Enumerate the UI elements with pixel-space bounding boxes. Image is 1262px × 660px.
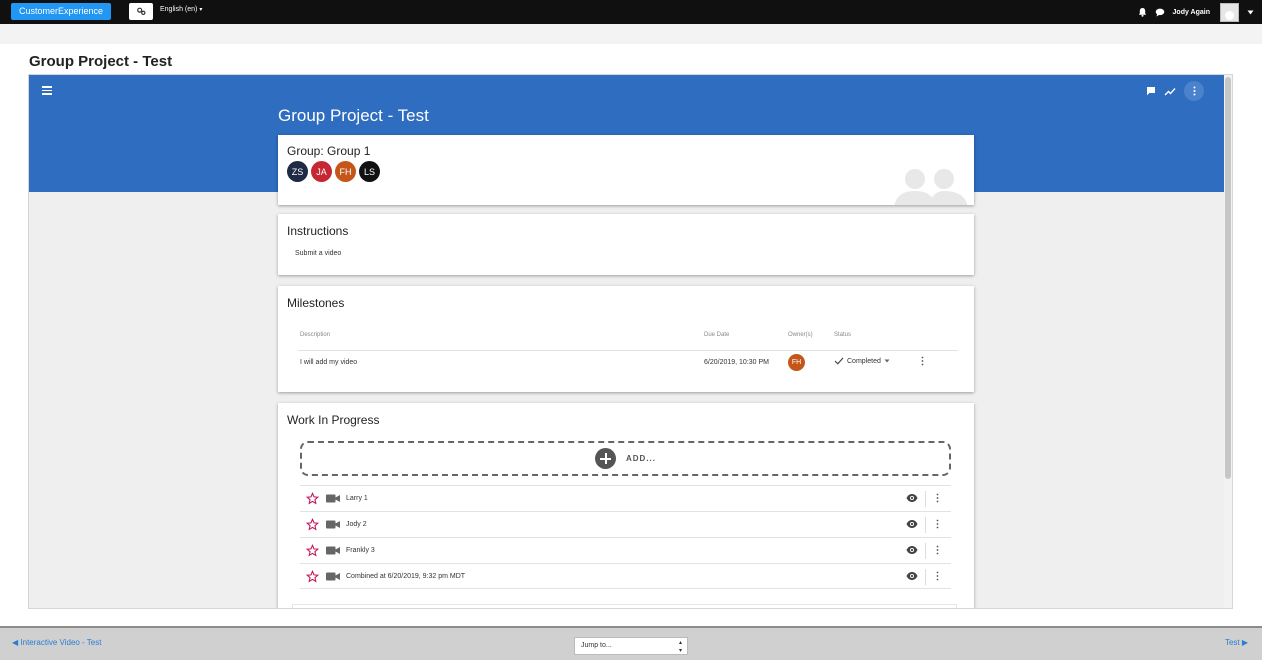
instructions-text: Submit a video <box>295 250 342 257</box>
add-label: ADD... <box>626 454 656 463</box>
group-title: Group: Group 1 <box>287 144 371 158</box>
item-name: Larry 1 <box>346 495 368 502</box>
status-dropdown[interactable]: Completed <box>834 357 890 365</box>
kebab-menu-icon[interactable] <box>936 571 939 581</box>
previous-activity-label: Interactive Video - Test <box>20 638 102 647</box>
content-frame: Group Project - Test Group: Group 1 ZS J… <box>28 74 1233 609</box>
status-label: Completed <box>847 357 881 365</box>
caret-left-icon: ◀ <box>12 638 19 647</box>
language-label: English (en) <box>160 6 198 13</box>
page-title: Group Project - Test <box>29 53 173 70</box>
partial-content <box>292 604 957 608</box>
kebab-menu-icon[interactable] <box>936 493 939 503</box>
list-item[interactable]: Frankly 3 <box>300 537 951 563</box>
divider <box>925 543 926 559</box>
milestone-due-date: 6/20/2019, 10:30 PM <box>704 359 769 366</box>
wip-list: Larry 1 Jody 2 Frankly 3 Combined at 6/2… <box>300 485 951 589</box>
eye-icon[interactable] <box>906 546 918 554</box>
member-avatar[interactable]: JA <box>311 161 332 182</box>
jump-to-select[interactable]: Jump to... ▴ ▾ <box>574 637 688 655</box>
column-header-description: Description <box>300 332 331 338</box>
member-avatar[interactable]: FH <box>335 161 356 182</box>
kebab-menu-icon[interactable] <box>936 545 939 555</box>
video-camera-icon <box>326 572 340 581</box>
milestones-card: Milestones Description Due Date Owner(s)… <box>278 286 974 392</box>
wip-title: Work In Progress <box>287 413 380 427</box>
kebab-menu-icon[interactable] <box>921 356 924 366</box>
column-header-status: Status <box>834 332 852 338</box>
chat-icon[interactable] <box>1155 8 1165 17</box>
divider <box>925 569 926 585</box>
star-icon[interactable] <box>306 570 319 583</box>
instructions-card: Instructions Submit a video <box>278 214 974 275</box>
next-activity-link[interactable]: Test ▶ <box>1225 638 1248 647</box>
kebab-menu-icon <box>1193 86 1195 96</box>
video-camera-icon <box>326 546 340 555</box>
list-item[interactable]: Jody 2 <box>300 511 951 537</box>
video-camera-icon <box>326 520 340 529</box>
jump-to-label: Jump to... <box>581 642 612 649</box>
eye-icon[interactable] <box>906 572 918 580</box>
gear-icon <box>136 7 146 16</box>
top-navbar: CustomerExperience English (en) ▾ Jody Ag… <box>0 0 1262 24</box>
brand-button[interactable]: CustomerExperience <box>11 3 112 20</box>
trending-icon[interactable] <box>1164 87 1176 96</box>
banner-title: Group Project - Test <box>278 106 429 125</box>
list-item[interactable]: Combined at 6/20/2019, 9:32 pm MDT <box>300 563 951 589</box>
owner-avatar[interactable]: FH <box>788 354 805 371</box>
user-name[interactable]: Jody Again <box>1173 9 1210 16</box>
settings-button[interactable] <box>129 3 153 20</box>
language-selector[interactable]: English (en) ▾ <box>160 6 202 13</box>
caret-down-icon <box>884 359 890 363</box>
column-header-due-date: Due Date <box>704 332 730 338</box>
star-icon[interactable] <box>306 518 319 531</box>
item-name: Jody 2 <box>346 521 367 528</box>
scrollbar[interactable] <box>1224 75 1232 608</box>
comment-icon[interactable] <box>1146 86 1156 96</box>
member-avatar[interactable]: ZS <box>287 161 308 182</box>
eye-icon[interactable] <box>906 520 918 528</box>
caret-down-icon: ▾ <box>199 7 203 13</box>
add-item-button[interactable]: ADD... <box>300 441 951 476</box>
bell-icon[interactable] <box>1138 7 1147 17</box>
previous-activity-link[interactable]: ◀ Interactive Video - Test <box>12 638 101 647</box>
divider <box>925 517 926 533</box>
next-activity-label: Test <box>1224 638 1240 647</box>
caret-down-icon[interactable] <box>1247 10 1254 15</box>
column-header-owners: Owner(s) <box>788 332 813 338</box>
star-icon[interactable] <box>306 492 319 505</box>
more-options-button[interactable] <box>1184 81 1204 101</box>
item-name: Combined at 6/20/2019, 9:32 pm MDT <box>346 573 466 580</box>
bottom-navigation-bar: ◀ Interactive Video - Test Jump to... ▴ ▾… <box>0 626 1262 660</box>
scrollbar-thumb[interactable] <box>1225 77 1231 479</box>
user-avatar[interactable] <box>1220 2 1239 22</box>
kebab-menu-icon[interactable] <box>936 519 939 529</box>
caret-right-icon: ▶ <box>1241 638 1248 647</box>
add-circle-icon <box>595 448 616 469</box>
work-in-progress-card: Work In Progress ADD... Larry 1 Jody 2 F… <box>278 403 974 608</box>
member-avatar[interactable]: LS <box>359 161 380 182</box>
group-members: ZS JA FH LS <box>287 161 380 182</box>
list-item[interactable]: Larry 1 <box>300 485 951 511</box>
sub-band <box>0 24 1262 44</box>
select-arrows-icon: ▴ ▾ <box>678 640 682 654</box>
milestones-title: Milestones <box>287 296 345 310</box>
divider <box>925 491 926 507</box>
hamburger-menu-icon[interactable] <box>42 86 52 95</box>
instructions-title: Instructions <box>287 224 349 238</box>
eye-icon[interactable] <box>906 494 918 502</box>
check-icon <box>834 357 844 365</box>
video-camera-icon <box>326 494 340 503</box>
star-icon[interactable] <box>306 544 319 557</box>
divider <box>298 350 958 351</box>
group-people-icon <box>894 169 968 205</box>
milestone-description: I will add my video <box>300 359 358 366</box>
group-card: Group: Group 1 ZS JA FH LS <box>278 135 974 205</box>
item-name: Frankly 3 <box>346 547 375 554</box>
